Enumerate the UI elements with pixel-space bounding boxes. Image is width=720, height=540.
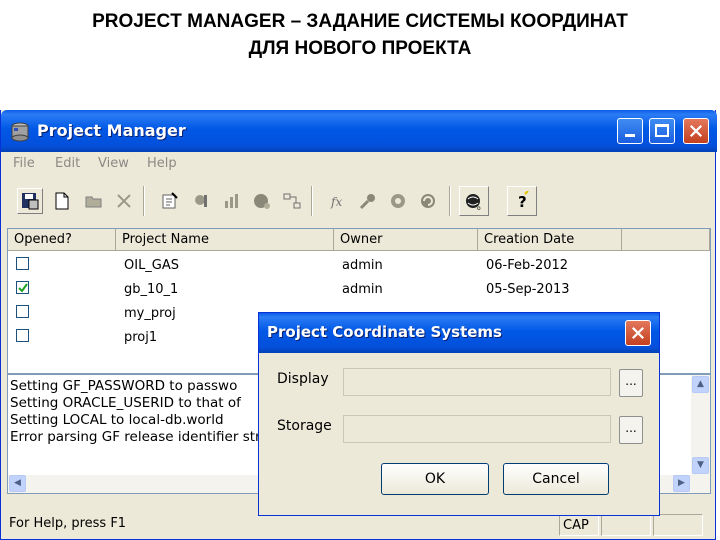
opened-checkbox[interactable]	[16, 281, 29, 294]
toolbar-separator	[143, 186, 145, 216]
refresh-icon	[421, 194, 435, 208]
open-button[interactable]	[81, 188, 107, 214]
coordinate-systems-dialog: Project Coordinate Systems Display ... S…	[258, 312, 660, 516]
database-icon	[11, 122, 29, 142]
status-cell-empty	[601, 514, 651, 536]
opened-checkbox[interactable]	[16, 329, 29, 342]
close-icon	[689, 124, 703, 138]
dialog-titlebar[interactable]: Project Coordinate Systems	[259, 313, 659, 353]
column-header-project-name[interactable]: Project Name	[116, 229, 334, 251]
caps-indicator: CAP	[559, 514, 599, 536]
save-button[interactable]	[17, 188, 43, 214]
globe-help-icon: o	[466, 194, 481, 211]
refresh-button[interactable]	[415, 188, 441, 214]
column-header-empty	[622, 229, 710, 251]
svg-text:o: o	[477, 205, 481, 211]
project-name-cell[interactable]: proj1	[124, 330, 157, 345]
project-name-cell[interactable]: my_proj	[124, 306, 176, 321]
creation-date-cell: 06-Feb-2012	[486, 258, 569, 273]
slide-title: PROJECT MANAGER – ЗАДАНИЕ СИСТЕМЫ КООРДИ…	[0, 8, 720, 62]
column-header-creation-date[interactable]: Creation Date	[478, 229, 622, 251]
display-label: Display	[277, 371, 329, 387]
menu-view[interactable]: View	[98, 156, 129, 171]
chart-button[interactable]	[219, 188, 245, 214]
cancel-button[interactable]: Cancel	[503, 463, 609, 495]
toolbar-separator-2	[311, 186, 313, 216]
network-icon	[283, 193, 301, 209]
svg-text:fx: fx	[330, 195, 342, 209]
tools-button[interactable]	[189, 188, 215, 214]
storage-field[interactable]	[343, 415, 611, 443]
help-icon: ?	[518, 191, 529, 211]
opened-checkbox[interactable]	[16, 305, 29, 318]
globe-help-button[interactable]: o	[459, 186, 489, 216]
status-cell-empty	[653, 514, 703, 536]
new-document-icon	[55, 192, 69, 210]
owner-cell: admin	[342, 282, 383, 297]
log-line: Setting LOCAL to local-db.world	[10, 412, 224, 428]
creation-date-cell: 05-Sep-2013	[486, 282, 570, 297]
column-header-owner[interactable]: Owner	[334, 229, 478, 251]
log-line: Error parsing GF release identifier stri	[10, 429, 265, 445]
dialog-title: Project Coordinate Systems	[267, 323, 502, 341]
column-header-opened[interactable]: Opened?	[8, 229, 116, 251]
ok-button[interactable]: OK	[381, 463, 489, 495]
chart-icon	[225, 194, 238, 208]
maximize-button[interactable]	[649, 118, 675, 144]
slide-title-line-2: ДЛЯ НОВОГО ПРОЕКТА	[248, 38, 472, 59]
key-button[interactable]	[355, 188, 381, 214]
menu-bar: File Edit View Help	[1, 152, 717, 174]
save-disk-icon	[22, 193, 39, 210]
slide-title-line-1: PROJECT MANAGER – ЗАДАНИЕ СИСТЕМЫ КООРДИ…	[92, 11, 628, 32]
help-button[interactable]: ?	[507, 186, 537, 216]
log-line: Setting GF_PASSWORD to passwo	[10, 378, 238, 394]
storage-label: Storage	[277, 418, 332, 434]
project-name-cell[interactable]: gb_10_1	[124, 282, 178, 297]
key-icon	[359, 194, 375, 210]
minimize-button[interactable]	[617, 118, 643, 144]
close-button[interactable]	[683, 118, 709, 144]
project-name-cell[interactable]: OIL_GAS	[124, 258, 179, 273]
owner-cell: admin	[342, 258, 383, 273]
network-button[interactable]	[279, 188, 305, 214]
menu-edit[interactable]: Edit	[55, 156, 80, 171]
edit-properties-icon	[162, 192, 178, 209]
sphere-icon	[254, 194, 270, 209]
close-icon	[631, 326, 645, 340]
display-browse-button[interactable]: ...	[619, 369, 643, 397]
delete-x-icon	[117, 194, 131, 208]
window-title: Project Manager	[37, 121, 186, 140]
toolbar-separator-3	[449, 186, 451, 216]
function-button[interactable]: fx	[325, 188, 351, 214]
new-button[interactable]	[49, 188, 75, 214]
toolbar: fx o ?	[7, 182, 557, 218]
scroll-down-button[interactable]: ▼	[692, 457, 709, 474]
checkmark-icon	[18, 283, 28, 293]
scroll-left-button[interactable]: ◀	[9, 475, 26, 492]
display-field[interactable]	[343, 368, 611, 396]
menu-help[interactable]: Help	[147, 156, 177, 171]
settings-icon	[391, 194, 405, 208]
log-line: Setting ORACLE_USERID to that of	[10, 395, 241, 411]
svg-text:?: ?	[518, 193, 527, 211]
tools-icon	[195, 195, 207, 207]
storage-browse-button[interactable]: ...	[619, 416, 643, 444]
function-icon: fx	[330, 195, 342, 209]
settings-button[interactable]	[385, 188, 411, 214]
vertical-scrollbar[interactable]: ▲ ▼	[691, 375, 710, 493]
dialog-close-button[interactable]	[625, 320, 651, 346]
properties-button[interactable]	[157, 188, 183, 214]
scroll-up-button[interactable]: ▲	[692, 376, 709, 393]
scroll-right-button[interactable]: ▶	[673, 475, 690, 492]
sphere-button[interactable]	[249, 188, 275, 214]
status-help-text: For Help, press F1	[9, 516, 127, 531]
delete-button[interactable]	[111, 188, 137, 214]
window-titlebar[interactable]: Project Manager	[1, 110, 717, 152]
opened-checkbox[interactable]	[16, 257, 29, 270]
menu-file[interactable]: File	[13, 156, 35, 171]
open-folder-icon	[85, 196, 102, 208]
